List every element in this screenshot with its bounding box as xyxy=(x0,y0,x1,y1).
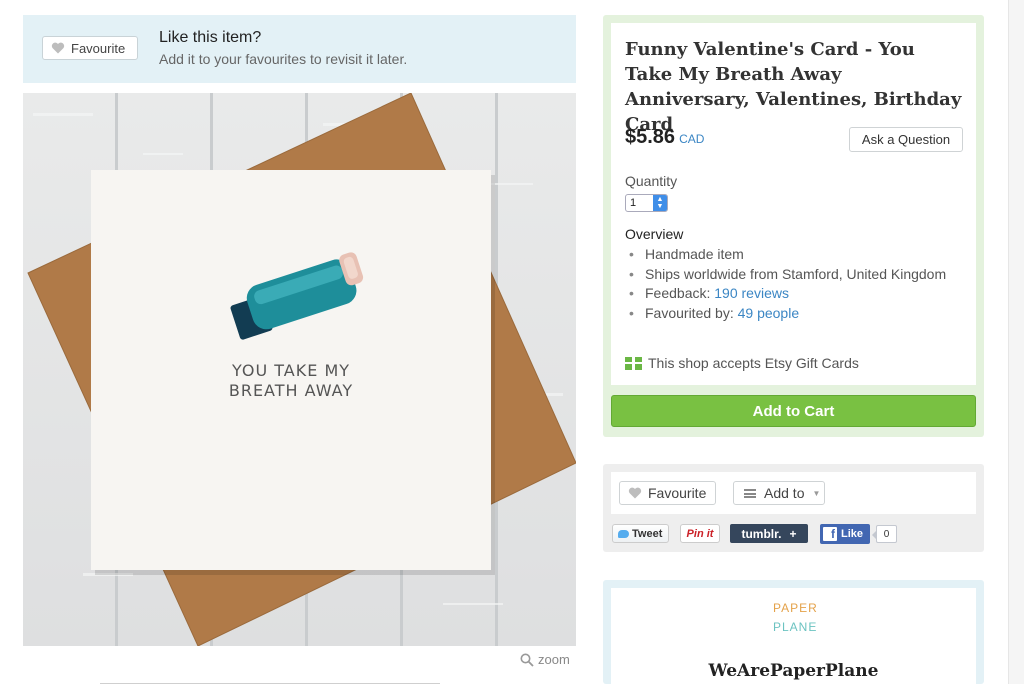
price-value: $5.86 xyxy=(625,126,676,148)
zoom-link[interactable]: zoom xyxy=(520,652,570,667)
favourite-secondary-label: Favourite xyxy=(648,485,707,501)
tumblr-plus-icon: + xyxy=(789,526,797,541)
pin-it-button[interactable]: Pin it xyxy=(680,524,720,543)
scrollbar-track[interactable] xyxy=(1008,0,1024,684)
overview-list: Handmade item Ships worldwide from Stamf… xyxy=(625,245,955,323)
overview-favourited: Favourited by: 49 people xyxy=(625,304,955,324)
card-text-line1: YOU TAKE MY xyxy=(231,361,351,380)
reviews-link[interactable]: 190 reviews xyxy=(714,285,789,301)
quantity-value: 1 xyxy=(630,197,637,209)
tumblr-label: tumblr. xyxy=(741,526,782,541)
facebook-icon: f xyxy=(823,527,837,541)
overview-feedback: Feedback: 190 reviews xyxy=(625,284,955,304)
shop-logo-line1: PAPER xyxy=(773,601,818,615)
listing-panel: Funny Valentine's Card - You Take My Bre… xyxy=(603,15,984,437)
chevron-down-icon: ▼ xyxy=(812,488,821,498)
currency: CAD xyxy=(679,132,705,146)
share-actions: Favourite Add to ▼ xyxy=(611,472,976,514)
product-image[interactable]: YOU TAKE MY BREATH AWAY xyxy=(23,93,576,646)
add-to-list-button[interactable]: Add to ▼ xyxy=(733,481,825,505)
favourited-link[interactable]: 49 people xyxy=(738,305,800,321)
tumblr-button[interactable]: tumblr. + xyxy=(730,524,808,543)
favourite-banner: Favourite Like this item? Add it to your… xyxy=(23,15,576,83)
listing-title: Funny Valentine's Card - You Take My Bre… xyxy=(625,39,962,135)
favourite-button[interactable]: Favourite xyxy=(42,36,138,60)
favourite-banner-subtitle: Add it to your favourites to revisit it … xyxy=(159,51,408,67)
gift-card-icon xyxy=(625,356,642,370)
facebook-like-count: 0 xyxy=(872,525,897,543)
twitter-bird-icon xyxy=(618,529,629,538)
gift-cards-text: This shop accepts Etsy Gift Cards xyxy=(648,355,859,371)
facebook-like-button[interactable]: f Like xyxy=(820,524,870,544)
feedback-label: Feedback: xyxy=(645,285,711,301)
quantity-label: Quantity xyxy=(625,173,678,189)
list-icon xyxy=(744,488,756,498)
gift-cards-note: This shop accepts Etsy Gift Cards xyxy=(625,355,859,371)
add-to-label: Add to xyxy=(764,485,805,501)
favourite-button-secondary[interactable]: Favourite xyxy=(619,481,716,505)
overview-heading: Overview xyxy=(625,226,684,242)
favourite-button-label: Favourite xyxy=(71,40,126,56)
quantity-select[interactable]: 1 ▲ ▼ xyxy=(625,194,668,212)
overview-handmade: Handmade item xyxy=(625,245,955,265)
share-panel: Favourite Add to ▼ Tweet Pin it tumblr. … xyxy=(603,464,984,552)
tweet-button[interactable]: Tweet xyxy=(612,524,669,543)
heart-icon xyxy=(628,487,642,499)
facebook-like-label: Like xyxy=(841,528,864,540)
search-icon xyxy=(520,653,534,667)
shop-logo[interactable]: PAPER PLANE xyxy=(773,599,818,637)
shop-info: PAPER PLANE WeArePaperPlane xyxy=(611,588,976,684)
tweet-label: Tweet xyxy=(632,527,663,540)
select-arrows-icon: ▲ ▼ xyxy=(653,195,667,211)
listing-info: Funny Valentine's Card - You Take My Bre… xyxy=(611,23,976,385)
shop-logo-line2: PLANE xyxy=(773,620,818,634)
shop-name[interactable]: WeArePaperPlane xyxy=(611,661,976,681)
card-text-line2: BREATH AWAY xyxy=(228,381,354,400)
card-text: YOU TAKE MY BREATH AWAY xyxy=(191,361,391,401)
add-to-cart-button[interactable]: Add to Cart xyxy=(611,395,976,427)
ask-question-button[interactable]: Ask a Question xyxy=(849,127,963,152)
zoom-label: zoom xyxy=(538,652,570,667)
favourite-banner-title: Like this item? xyxy=(159,29,262,46)
overview-ships: Ships worldwide from Stamford, United Ki… xyxy=(625,265,955,285)
heart-icon xyxy=(51,42,65,54)
shop-panel: PAPER PLANE WeArePaperPlane xyxy=(603,580,984,684)
favourited-label: Favourited by: xyxy=(645,304,734,321)
price: $5.86 CAD xyxy=(625,126,704,149)
